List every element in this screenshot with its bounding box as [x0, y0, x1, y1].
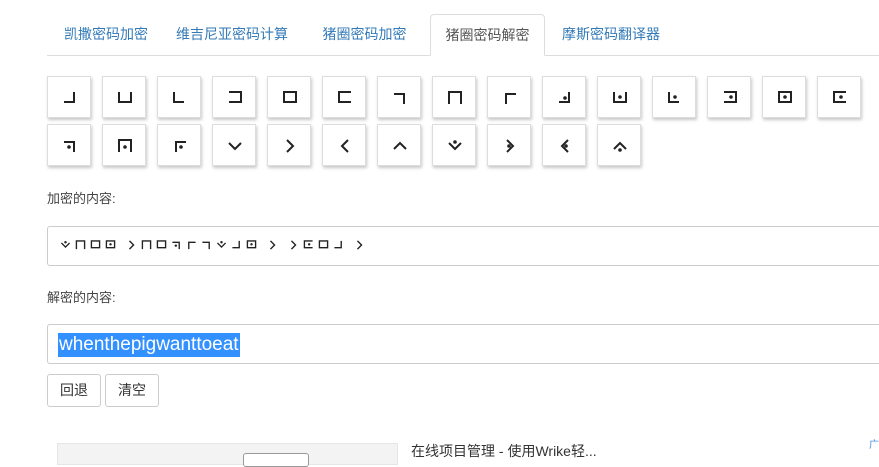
pigpen-y-icon [560, 139, 569, 153]
key-pigpen-q[interactable] [102, 124, 146, 166]
pigpen-w-icon [448, 140, 462, 151]
ad-mark: 广 [869, 440, 879, 451]
pigpen-n-icon [778, 91, 792, 103]
key-pigpen-g[interactable] [377, 76, 421, 118]
key-pigpen-f[interactable] [322, 76, 366, 118]
cipher-tabs: 凯撒密码加密 维吉尼亚密码计算 猪圈密码加密 猪圈密码解密 摩斯密码翻译器 [47, 14, 879, 56]
key-pigpen-n[interactable] [762, 76, 806, 118]
cipher-pigpen-a-icon [331, 237, 346, 258]
pigpen-t-icon [286, 139, 295, 153]
cipher-pigpen-h-icon [139, 237, 154, 258]
pigpen-a-icon [64, 92, 75, 103]
key-pigpen-k[interactable] [597, 76, 641, 118]
pigpen-e-icon [283, 91, 297, 103]
cipher-pigpen-n-icon [244, 237, 259, 258]
key-pigpen-b[interactable] [102, 76, 146, 118]
ad-link[interactable]: 在线项目管理 - 使用Wrike轻... [411, 441, 597, 461]
clear-button[interactable]: 清空 [105, 374, 159, 407]
key-pigpen-j[interactable] [542, 76, 586, 118]
key-pigpen-i[interactable] [487, 76, 531, 118]
pigpen-g-icon [394, 93, 405, 104]
pigpen-h-icon [448, 91, 462, 104]
pigpen-f-icon [338, 91, 351, 103]
tab-morse-translator[interactable]: 摩斯密码翻译器 [545, 14, 677, 54]
pigpen-v-icon [393, 141, 407, 150]
key-pigpen-e[interactable] [267, 76, 311, 118]
key-pigpen-s[interactable] [212, 124, 256, 166]
pigpen-x-icon [506, 139, 515, 153]
key-pigpen-u[interactable] [322, 124, 366, 166]
pigpen-i-icon [505, 93, 516, 104]
key-pigpen-h[interactable] [432, 76, 476, 118]
cipher-pigpen-p-icon [169, 237, 184, 258]
pigpen-m-icon [724, 91, 737, 103]
pigpen-r-icon [175, 141, 186, 152]
cipher-pigpen-a-icon [229, 237, 244, 258]
key-pigpen-p[interactable] [47, 124, 91, 166]
tab-pigpen-encrypt[interactable]: 猪圈密码加密 [299, 14, 430, 54]
cipher-pigpen-e-icon [154, 237, 169, 258]
pigpen-u-icon [340, 139, 349, 153]
pigpen-z-icon [613, 141, 627, 152]
key-pigpen-v[interactable] [377, 124, 421, 166]
cipher-pigpen-t-icon [124, 237, 139, 258]
key-pigpen-z[interactable] [597, 124, 641, 166]
pigpen-d-icon [229, 91, 242, 103]
decrypt-label: 解密的内容: [47, 290, 116, 305]
tab-vigenere[interactable]: 维吉尼亚密码计算 [165, 14, 299, 54]
cipher-pigpen-t-icon [352, 237, 367, 258]
encrypted-symbols [58, 237, 367, 257]
tab-caesar-encrypt[interactable]: 凯撒密码加密 [47, 14, 165, 54]
cipher-pigpen-e-icon [88, 237, 103, 258]
cipher-pigpen-e-icon [316, 237, 331, 258]
key-pigpen-m[interactable] [707, 76, 751, 118]
pigpen-l-icon [668, 92, 679, 103]
back-button[interactable]: 回退 [47, 374, 101, 407]
pigpen-k-icon [613, 92, 627, 103]
pigpen-b-icon [118, 92, 132, 103]
pigpen-q-icon [118, 139, 132, 152]
pigpen-p-icon [64, 141, 75, 152]
cipher-pigpen-i-icon [184, 237, 199, 258]
key-pigpen-w[interactable] [432, 124, 476, 166]
pigpen-c-icon [173, 92, 184, 103]
key-pigpen-o[interactable] [817, 76, 861, 118]
decrypted-content-field[interactable]: whenthepigwanttoeat [47, 324, 879, 364]
cipher-pigpen-w-icon [58, 237, 73, 258]
key-pigpen-d[interactable] [212, 76, 256, 118]
key-pigpen-r[interactable] [157, 124, 201, 166]
ad-image[interactable] [57, 443, 398, 467]
pigpen-j-icon [559, 92, 570, 103]
ad-image-button [243, 453, 309, 467]
pigpen-o-icon [833, 91, 846, 103]
cipher-pigpen-g-icon [199, 237, 214, 258]
encrypted-content-field[interactable] [47, 226, 879, 266]
cipher-pigpen-w-icon [214, 237, 229, 258]
key-pigpen-x[interactable] [487, 124, 531, 166]
key-pigpen-c[interactable] [157, 76, 201, 118]
key-pigpen-t[interactable] [267, 124, 311, 166]
pigpen-s-icon [228, 142, 242, 151]
encrypt-label: 加密的内容: [47, 191, 116, 206]
tab-pigpen-decrypt[interactable]: 猪圈密码解密 [430, 14, 545, 56]
key-pigpen-a[interactable] [47, 76, 91, 118]
decrypted-text: whenthepigwanttoeat [58, 333, 240, 357]
cipher-pigpen-h-icon [73, 237, 88, 258]
cipher-pigpen-t-icon [265, 237, 280, 258]
cipher-pigpen-o-icon [301, 237, 316, 258]
key-pigpen-l[interactable] [652, 76, 696, 118]
cipher-pigpen-t-icon [286, 237, 301, 258]
cipher-pigpen-n-icon [103, 237, 118, 258]
key-pigpen-y[interactable] [542, 124, 586, 166]
